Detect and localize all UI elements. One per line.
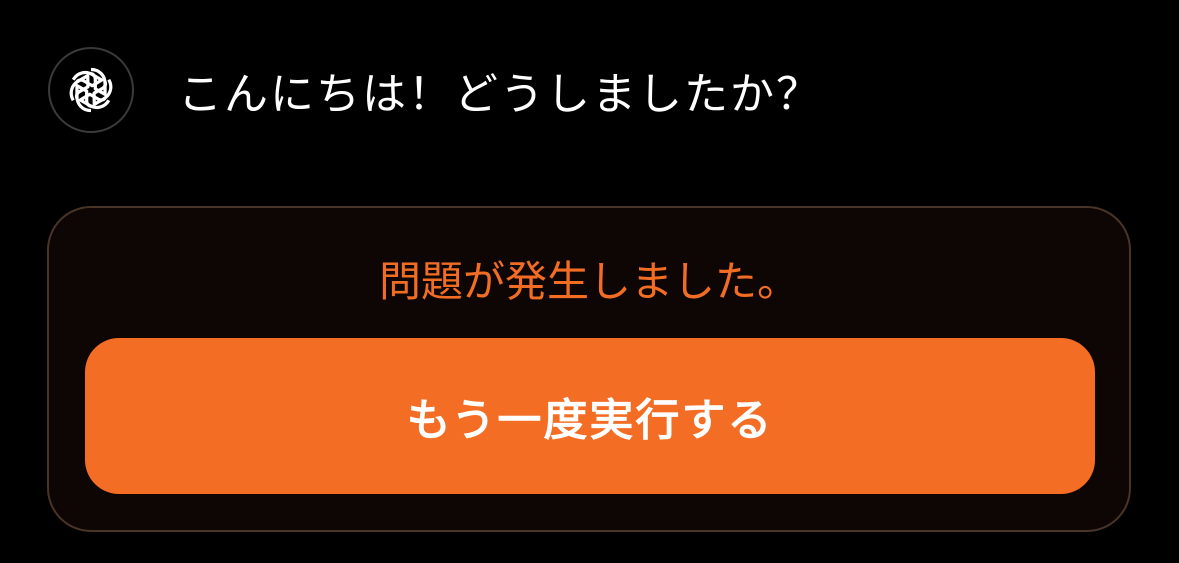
avatar	[48, 47, 134, 133]
openai-logo-icon	[69, 67, 113, 113]
error-message: 問題が発生しました。	[378, 257, 799, 306]
assistant-message-row: こんにちは！どうしましたか？	[48, 45, 822, 135]
retry-button[interactable]: もう一度実行する	[85, 338, 1095, 494]
error-card: 問題が発生しました。 もう一度実行する	[47, 206, 1131, 532]
assistant-message-text: こんにちは！どうしましたか？	[178, 69, 822, 120]
